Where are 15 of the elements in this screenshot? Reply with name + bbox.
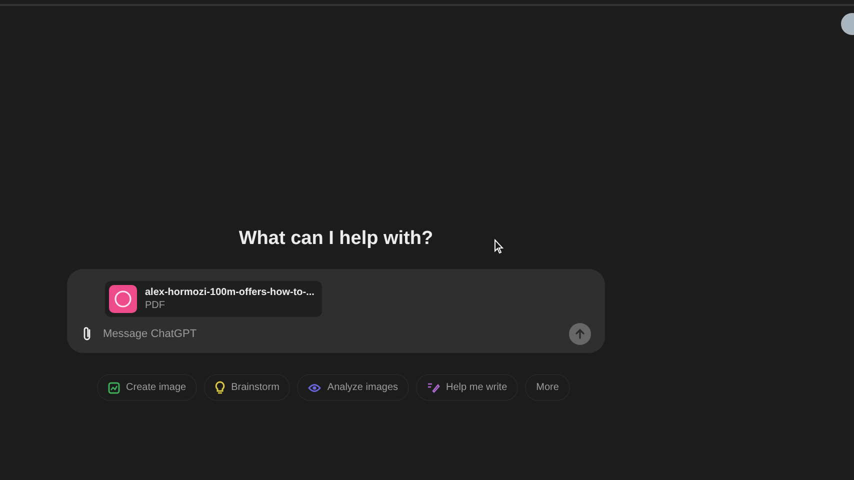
file-icon [109, 285, 137, 313]
file-name: alex-hormozi-100m-offers-how-to-... [145, 287, 314, 298]
arrow-up-icon [574, 328, 586, 340]
suggestion-chip[interactable]: Help me write [416, 374, 518, 401]
suggestion-chip[interactable]: Analyze images [297, 374, 410, 401]
file-type: PDF [145, 300, 166, 311]
suggestion-chip[interactable]: More [525, 374, 570, 401]
file-attachment[interactable]: alex-hormozi-100m-offers-how-to-... PDF [105, 281, 322, 317]
heading: What can I help with? [238, 228, 434, 250]
send-button[interactable] [569, 323, 591, 345]
message-field[interactable]: Message ChatGPT [103, 328, 559, 340]
suggestion-chip[interactable]: Create image [97, 374, 198, 401]
cursor-icon [494, 239, 504, 254]
attach-icon[interactable] [81, 326, 93, 342]
suggestion-chip[interactable]: Brainstorm [204, 374, 290, 401]
